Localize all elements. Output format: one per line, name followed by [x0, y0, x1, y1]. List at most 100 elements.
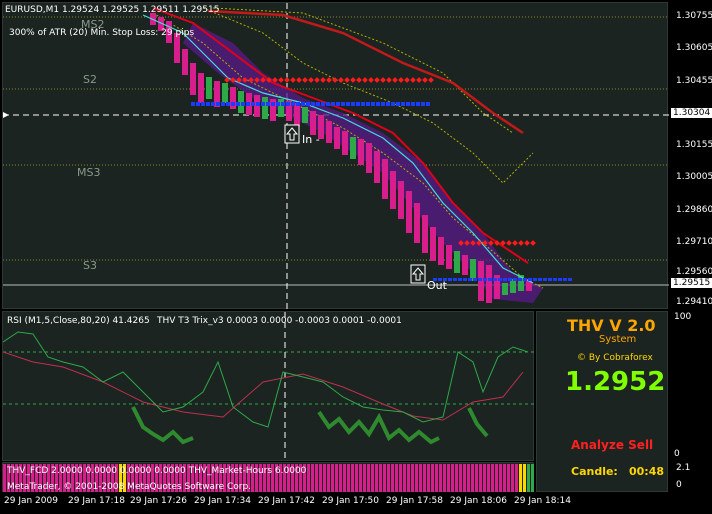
blue-dot	[251, 102, 255, 106]
blue-dot	[361, 102, 365, 106]
candle	[358, 139, 364, 165]
blue-dot	[281, 102, 285, 106]
market-hours-bar	[439, 464, 442, 492]
market-hours-bar	[375, 464, 378, 492]
blue-dot	[291, 102, 295, 106]
price-tick: 1.29710	[676, 237, 712, 247]
market-hours-bar	[419, 464, 422, 492]
red-dot	[386, 77, 392, 83]
candle	[398, 181, 404, 219]
blue-dot	[513, 278, 517, 281]
blue-dot	[371, 102, 375, 106]
blue-dot	[331, 102, 335, 106]
blue-dot	[473, 278, 477, 281]
blue-dot	[286, 102, 290, 106]
time-tick: 29 Jan 18:06	[450, 496, 507, 506]
blue-dot	[493, 278, 497, 281]
candle	[342, 131, 348, 155]
red-dot	[326, 77, 332, 83]
market-hours-bar	[407, 464, 410, 492]
candle	[182, 49, 188, 75]
market-hours-bar	[315, 464, 318, 492]
red-dot	[344, 77, 350, 83]
blue-dot	[548, 278, 552, 281]
signal-in-label: In -	[302, 133, 320, 146]
time-tick: 29 Jan 18:14	[514, 496, 571, 506]
market-hours-bar	[415, 464, 418, 492]
blue-dot	[266, 102, 270, 106]
candle	[422, 215, 428, 253]
blue-dot	[316, 102, 320, 106]
red-dot	[380, 77, 386, 83]
symbol-header: EURUSD,M1 1.29524 1.29525 1.29511 1.2951…	[5, 5, 220, 15]
market-hours-bar	[371, 464, 374, 492]
blue-dot	[386, 102, 390, 106]
crosshair-left-marker	[3, 112, 9, 118]
market-hours-bar	[531, 464, 534, 492]
blue-dot	[276, 102, 280, 106]
market-hours-bar	[447, 464, 450, 492]
candle	[462, 255, 468, 275]
blue-dot	[498, 278, 502, 281]
market-hours-bar	[427, 464, 430, 492]
candle	[190, 63, 196, 95]
system-info-panel: THV V 2.0 System © By Cobraforex 1.2952 …	[536, 311, 668, 492]
candle	[502, 283, 508, 295]
blue-dot	[301, 102, 305, 106]
candle	[334, 127, 340, 149]
blue-dot	[321, 102, 325, 106]
market-hours-bar	[319, 464, 322, 492]
system-price: 1.2952	[565, 367, 666, 397]
blue-dot	[533, 278, 537, 281]
blue-dot	[256, 102, 260, 106]
red-dot	[530, 240, 536, 246]
candle	[278, 99, 284, 117]
system-title: THV V 2.0	[567, 316, 656, 335]
blue-dot	[508, 278, 512, 281]
blue-dot	[558, 278, 562, 281]
blue-dot	[191, 102, 195, 106]
indicator-pane[interactable]: RSI (M1,5,Close,80,20) 41.4265 THV T3 Tr…	[2, 311, 535, 462]
red-dot	[302, 77, 308, 83]
candle	[310, 111, 316, 135]
red-dot	[278, 77, 284, 83]
blue-dot	[311, 102, 315, 106]
candle	[294, 103, 300, 127]
time-tick: 29 Jan 17:50	[322, 496, 379, 506]
market-hours-bar	[527, 464, 530, 492]
system-signal: Analyze Sell	[571, 438, 654, 452]
candle-timer-label: Candle:	[571, 465, 618, 478]
market-hours-bar	[327, 464, 330, 492]
blue-dot	[538, 278, 542, 281]
time-tick: 29 Jan 17:18	[68, 496, 125, 506]
candle	[222, 83, 228, 103]
market-hours-bar	[391, 464, 394, 492]
price-chart-canvas	[3, 3, 669, 310]
signal-out-label: Out	[427, 279, 447, 292]
blue-dot	[568, 278, 572, 281]
blue-dot	[216, 102, 220, 106]
red-dot	[422, 77, 428, 83]
red-dot	[296, 77, 302, 83]
blue-dot	[468, 278, 472, 281]
candle	[446, 245, 452, 269]
blue-dot	[296, 102, 300, 106]
candle	[414, 203, 420, 243]
price-tick: 1.30605	[676, 43, 712, 53]
price-tick: 1.30155	[676, 140, 712, 150]
time-tick: 29 Jan 17:58	[386, 496, 443, 506]
candle	[206, 77, 212, 99]
blue-dot	[226, 102, 230, 106]
red-dot	[506, 240, 512, 246]
blue-dot	[401, 102, 405, 106]
blue-dot	[421, 102, 425, 106]
candle	[326, 121, 332, 143]
market-hours-bar	[323, 464, 326, 492]
bar-axis-bottom: 0	[676, 480, 682, 490]
price-chart-pane[interactable]: EURUSD,M1 1.29524 1.29525 1.29511 1.2951…	[2, 2, 669, 310]
red-dot	[524, 240, 530, 246]
market-hours-bar	[503, 464, 506, 492]
candle	[438, 237, 444, 265]
market-hours-pane[interactable]: THV_FCD 2.0000 0.0000 0.0000 0.0000 THV_…	[2, 462, 534, 492]
blue-dot	[406, 102, 410, 106]
